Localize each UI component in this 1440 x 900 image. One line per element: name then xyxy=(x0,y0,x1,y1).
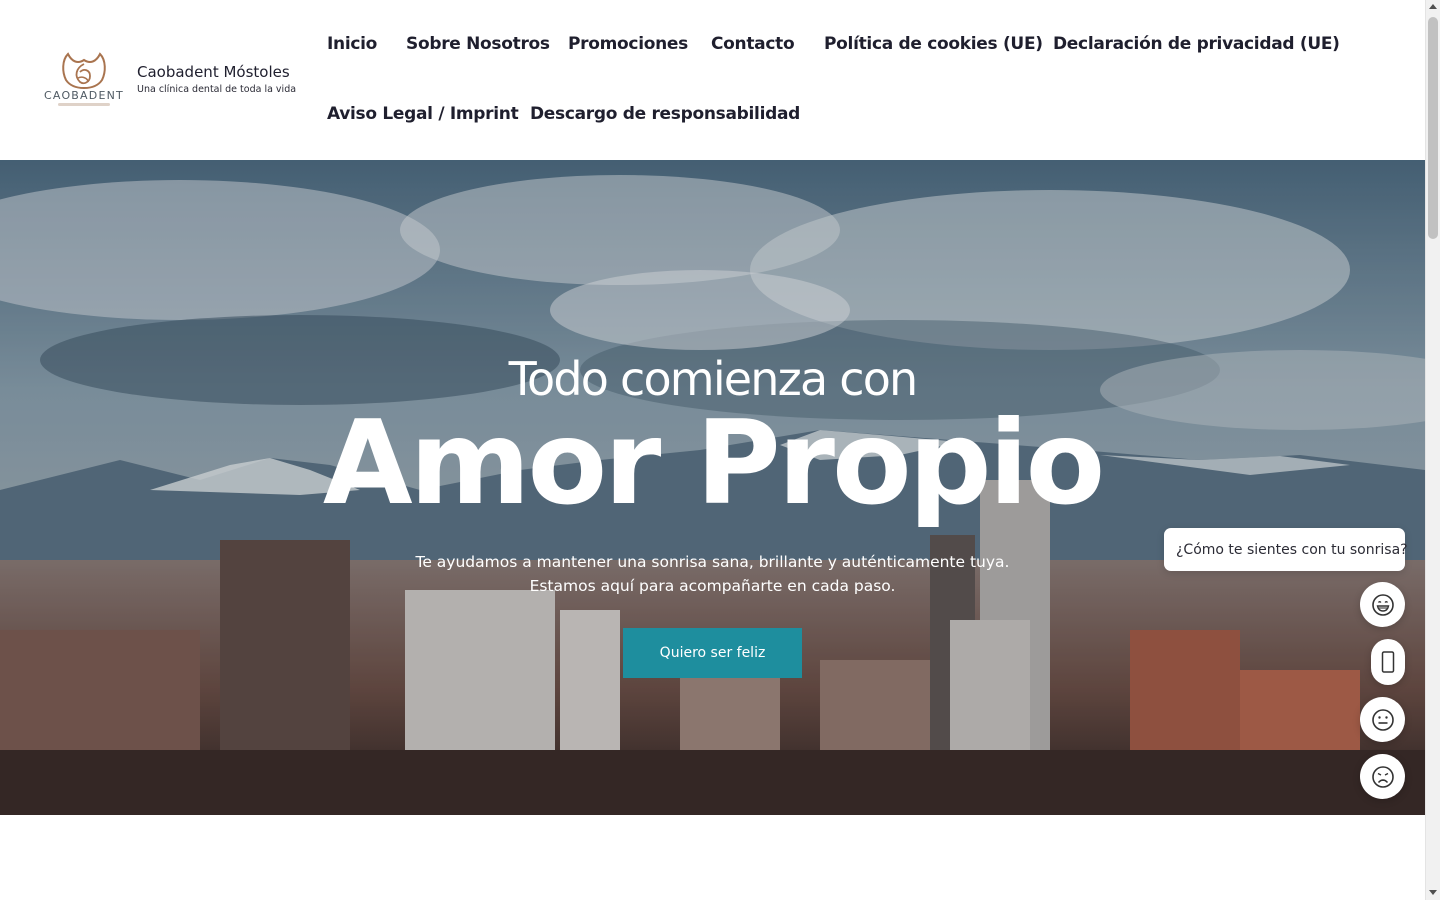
logo-underline xyxy=(58,103,110,106)
hero-section: Todo comienza con Amor Propio Te ayudamo… xyxy=(0,160,1425,815)
hero-cta-button[interactable]: Quiero ser feliz xyxy=(623,628,802,678)
grin-face-icon xyxy=(1371,593,1394,616)
site-title[interactable]: Caobadent Móstoles xyxy=(137,63,290,81)
nav-item-promociones[interactable]: Promociones xyxy=(568,34,688,54)
nav-item-aviso-legal[interactable]: Aviso Legal / Imprint xyxy=(327,104,519,124)
nav-item-politica-cookies[interactable]: Política de cookies (UE) xyxy=(824,34,1043,54)
hero-title: Amor Propio xyxy=(322,396,1105,531)
feedback-sad-button[interactable] xyxy=(1360,754,1405,799)
feedback-neutral-button[interactable] xyxy=(1360,697,1405,742)
site-tagline: Una clínica dental de toda la vida xyxy=(137,84,297,95)
phone-icon xyxy=(1381,651,1395,673)
scroll-up-arrow-icon[interactable] xyxy=(1429,4,1437,9)
hero-description-line2: Estamos aquí para acompañarte en cada pa… xyxy=(529,577,896,595)
feedback-question-bubble: ¿Cómo te sientes con tu sonrisa? xyxy=(1164,528,1408,571)
nav-item-inicio[interactable]: Inicio xyxy=(327,34,377,54)
feedback-grin-button[interactable] xyxy=(1360,582,1405,627)
nav-item-sobre-nosotros[interactable]: Sobre Nosotros xyxy=(406,34,550,54)
page: CAOBADENT Caobadent Móstoles Una clínica… xyxy=(0,0,1425,900)
scrollbar-thumb[interactable] xyxy=(1428,17,1438,239)
nav-item-descargo[interactable]: Descargo de responsabilidad xyxy=(530,104,800,124)
neutral-face-icon xyxy=(1371,708,1394,731)
scroll-down-arrow-icon[interactable] xyxy=(1429,890,1437,895)
nav-item-declaracion-privacidad[interactable]: Declaración de privacidad (UE) xyxy=(1053,34,1340,54)
feedback-phone-button[interactable] xyxy=(1371,639,1405,685)
nav-item-contacto[interactable]: Contacto xyxy=(711,34,795,54)
site-header: CAOBADENT Caobadent Móstoles Una clínica… xyxy=(0,0,1425,160)
page-scrollbar[interactable] xyxy=(1425,0,1440,900)
logo-wordmark: CAOBADENT xyxy=(44,89,124,102)
sad-face-icon xyxy=(1371,765,1394,788)
